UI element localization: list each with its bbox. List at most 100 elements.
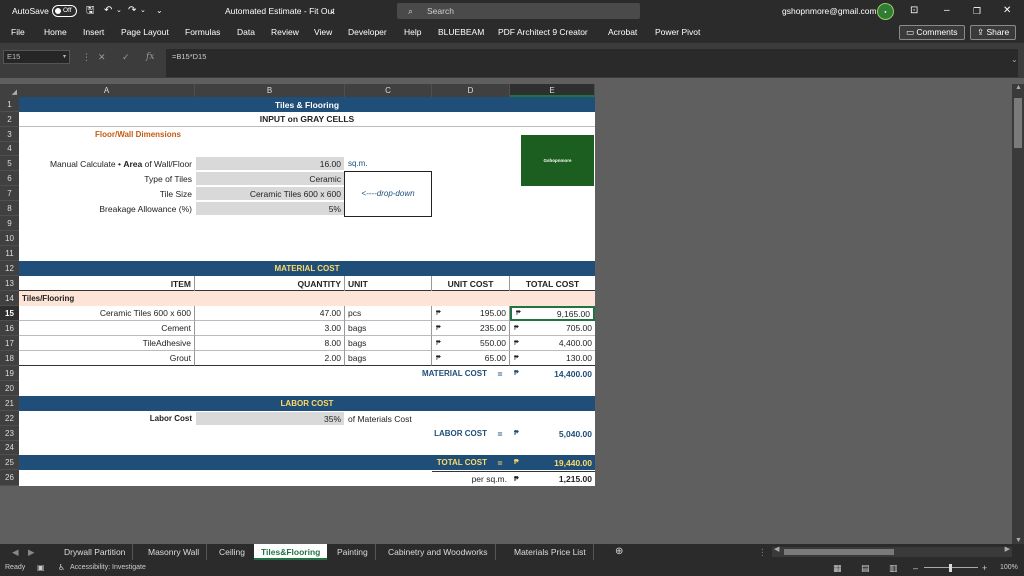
tile-size-label[interactable]: Tile Size [19,186,195,201]
col-unitcost-header[interactable]: UNIT COST [432,276,510,291]
item-unit[interactable]: bags [345,321,432,336]
scroll-down-icon[interactable]: ▼ [1015,537,1022,544]
col-header-e[interactable]: E [510,84,595,97]
tab-acrobat[interactable]: Acrobat [608,22,637,43]
search-box[interactable]: ⌕ Search [397,3,640,19]
select-all-corner[interactable]: ◢ [0,84,19,97]
enter-icon[interactable]: ✓ [122,50,130,64]
undo-dropdown-icon[interactable]: ⌄ [116,0,122,22]
autosave-toggle[interactable]: Off [52,5,77,17]
item-name[interactable]: Grout [19,351,195,366]
col-header-d[interactable]: D [432,84,510,97]
labor-cost-label[interactable]: Labor Cost [19,411,195,426]
tile-type-label[interactable]: Type of Tiles [19,171,195,186]
row-header[interactable]: 25 [0,455,19,470]
item-unit-cost[interactable]: ₱ 550.00 [432,336,510,351]
name-box-dropdown-icon[interactable]: ▾ [63,51,66,63]
sheet-tab-tiles-flooring[interactable]: Tiles&Flooring [254,544,328,560]
labor-total-label[interactable]: LABOR COST [345,426,490,441]
material-total-label[interactable]: MATERIAL COST [345,366,490,381]
name-box[interactable]: E15 ▾ [3,50,70,64]
col-unit-header[interactable]: UNIT [345,276,432,291]
row-header[interactable]: 24 [0,441,19,455]
vertical-scroll-thumb[interactable] [1014,98,1022,148]
group-label[interactable]: Tiles/Flooring [19,291,595,306]
area-label[interactable]: Manual Calculate • Area of Wall/Floor [19,156,195,171]
row-header[interactable]: 5 [0,156,19,171]
col-header-b[interactable]: B [195,84,345,97]
account-email[interactable]: gshopnmore@gmail.com [782,0,877,22]
labor-percent-input[interactable]: 35% [196,412,344,425]
item-unit-cost[interactable]: ₱ 65.00 [432,351,510,366]
page-layout-view-icon[interactable]: ▤ [861,560,870,576]
row-header[interactable]: 19 [0,366,19,381]
zoom-in-icon[interactable]: + [982,560,987,576]
avatar[interactable]: ● [877,3,894,20]
labor-cost-header[interactable]: LABOR COST [19,396,595,411]
maximize-icon[interactable]: ❐ [973,0,981,22]
vertical-scrollbar[interactable]: ▲ ▼ [1012,84,1024,544]
row-header[interactable]: 15 [0,306,19,321]
row-header[interactable]: 6 [0,171,19,186]
tab-bluebeam[interactable]: BLUEBEAM [438,22,484,43]
grand-total-value[interactable]: ₱ 19,440.00 [510,455,595,470]
row-header[interactable]: 1 [0,97,19,112]
expand-formula-icon[interactable]: ⌄ [1011,55,1018,64]
tab-pdf-architect[interactable]: PDF Architect 9 Creator [498,22,588,43]
row-header[interactable]: 9 [0,216,19,231]
accessibility-status[interactable]: Accessibility: Investigate [70,560,146,576]
sheet-tab-cabinetry[interactable]: Cabinetry and Woodworks [381,544,496,560]
sheet-tab-masonry[interactable]: Masonry Wall [141,544,208,560]
item-name[interactable]: Ceramic Tiles 600 x 600 [19,306,195,321]
item-name[interactable]: TileAdhesive [19,336,195,351]
undo-icon[interactable]: ↶ [104,0,112,22]
breakage-label[interactable]: Breakage Allowance (%) [19,201,195,216]
zoom-slider-thumb[interactable] [949,564,952,572]
tab-page-layout[interactable]: Page Layout [121,22,169,43]
row-header[interactable]: 10 [0,231,19,246]
col-item-header[interactable]: ITEM [19,276,195,291]
insert-function-icon[interactable]: fx [146,50,154,64]
row-header[interactable]: 11 [0,246,19,261]
item-unit-cost[interactable]: ₱ 235.00 [432,321,510,336]
sheet-title[interactable]: Tiles & Flooring [19,97,595,112]
row-header[interactable]: 16 [0,321,19,336]
scroll-left-icon[interactable]: ◀ [774,545,779,553]
row-header[interactable]: 4 [0,142,19,156]
tab-view[interactable]: View [314,22,332,43]
row-header[interactable]: 20 [0,381,19,396]
zoom-level[interactable]: 100% [1000,560,1018,576]
macro-record-icon[interactable]: ▣ [37,560,45,576]
item-total-cost[interactable]: ₱ 130.00 [510,351,595,366]
item-total-cost[interactable]: ₱ 705.00 [510,321,595,336]
labor-total-value[interactable]: ₱ 5,040.00 [510,426,595,441]
tab-review[interactable]: Review [271,22,299,43]
material-cost-header[interactable]: MATERIAL COST [19,261,595,276]
item-unit[interactable]: pcs [345,306,432,321]
item-qty[interactable]: 3.00 [195,321,345,336]
col-header-a[interactable]: A [19,84,195,97]
tab-formulas[interactable]: Formulas [185,22,220,43]
comments-button[interactable]: ▭ Comments [899,25,965,40]
col-totalcost-header[interactable]: TOTAL COST [510,276,595,291]
formula-input[interactable]: =B15*D15 [166,49,1018,77]
save-icon[interactable]: 🖫 [86,0,95,22]
area-input[interactable]: 16.00 [196,157,344,170]
labor-percent-note[interactable]: of Materials Cost [345,411,465,426]
scroll-right-icon[interactable]: ▶ [1005,545,1010,553]
normal-view-icon[interactable]: ▦ [833,560,842,576]
sheet-tab-drywall[interactable]: Drywall Partition [57,544,134,560]
minimize-icon[interactable]: – [944,0,950,22]
area-unit[interactable]: sq.m. [345,156,405,171]
row-header[interactable]: 3 [0,127,19,142]
tab-power-pivot[interactable]: Power Pivot [655,22,700,43]
tab-home[interactable]: Home [44,22,67,43]
zoom-out-icon[interactable]: – [913,560,918,576]
item-unit-cost[interactable]: ₱ 195.00 [432,306,510,321]
tabs-more-icon[interactable]: ⋮ [758,544,767,560]
tile-size-input[interactable]: Ceramic Tiles 600 x 600 [196,187,344,200]
tab-file[interactable]: File [11,22,25,43]
per-sqm-value[interactable]: ₱ 1,215.00 [510,471,595,486]
ribbon-display-icon[interactable]: ⊡ [910,0,918,22]
col-header-c[interactable]: C [345,84,432,97]
